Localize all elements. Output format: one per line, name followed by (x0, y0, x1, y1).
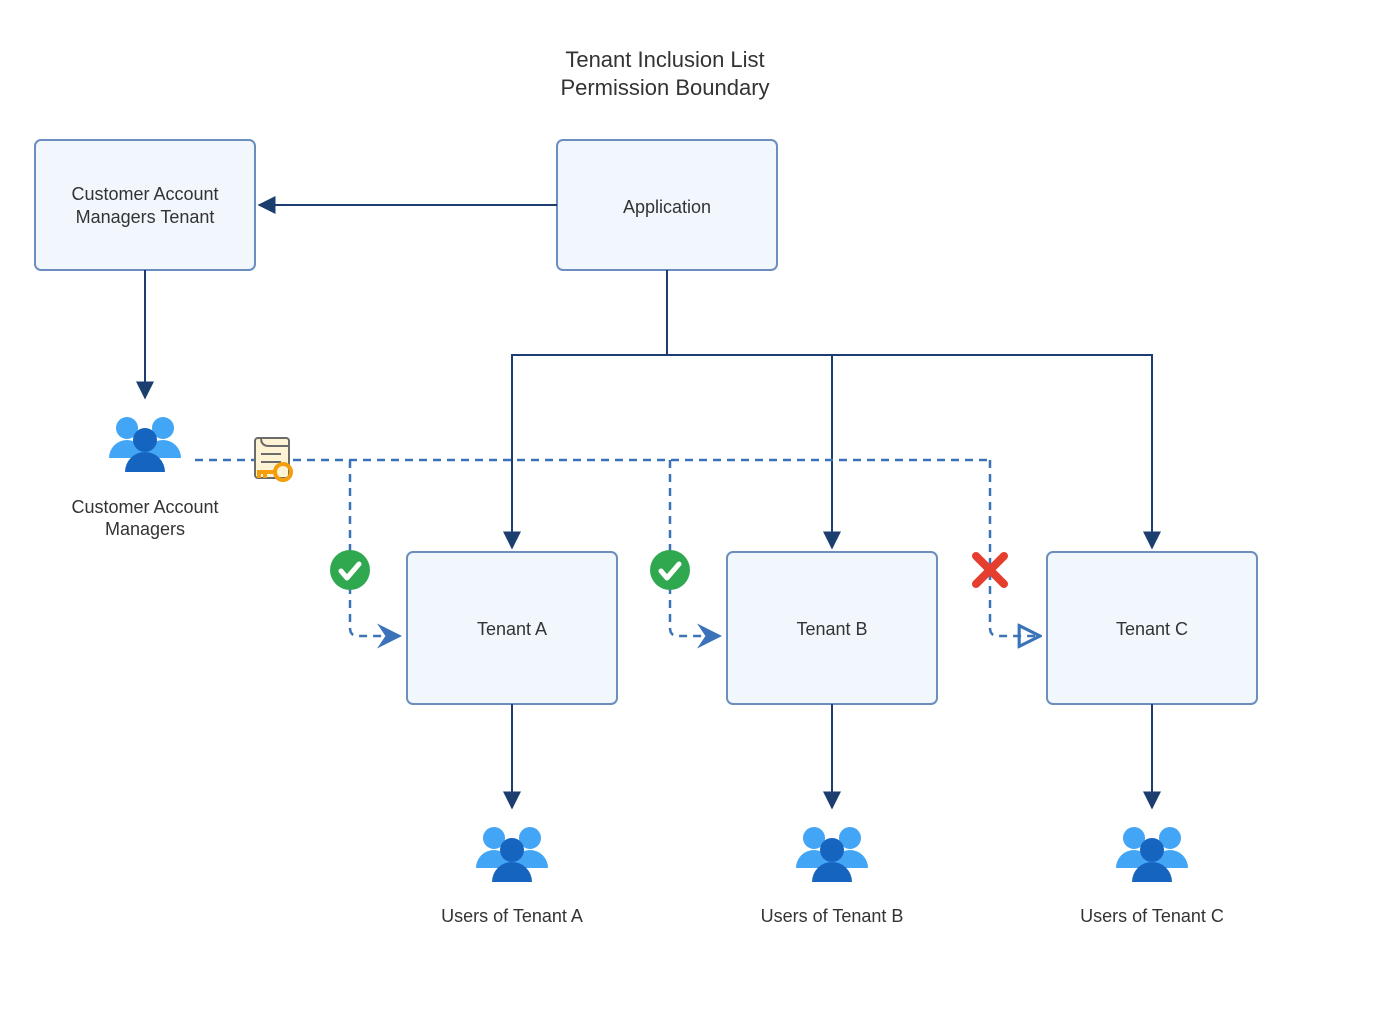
people-icon (109, 417, 181, 472)
node-tenant-c: Tenant C (1047, 552, 1257, 704)
cam-users-label-1: Customer Account (71, 497, 218, 517)
key-document-icon (255, 438, 291, 480)
node-cam-tenant-label-1: Customer Account (71, 184, 218, 204)
edge-permission-to-tenant-b (670, 460, 720, 636)
people-icon (476, 827, 548, 882)
diagram-title-line2: Permission Boundary (560, 75, 769, 100)
check-icon (650, 550, 690, 590)
node-cam-tenant-label-2: Managers Tenant (76, 207, 215, 227)
edge-app-to-tenant-b (667, 270, 832, 548)
node-tenant-c-label: Tenant C (1116, 619, 1188, 639)
people-icon (796, 827, 868, 882)
node-tenant-a: Tenant A (407, 552, 617, 704)
people-icon (1116, 827, 1188, 882)
edge-permission-to-tenant-a (350, 460, 400, 636)
diagram-title-line1: Tenant Inclusion List (565, 47, 764, 72)
edge-app-to-tenant-a (512, 270, 667, 548)
node-application-label: Application (623, 197, 711, 217)
node-tenant-b-label: Tenant B (796, 619, 867, 639)
users-b-label: Users of Tenant B (761, 906, 904, 926)
cam-users-label-2: Managers (105, 519, 185, 539)
edge-app-to-tenant-c (667, 270, 1152, 548)
users-a-label: Users of Tenant A (441, 906, 583, 926)
node-tenant-b: Tenant B (727, 552, 937, 704)
node-cam-tenant: Customer Account Managers Tenant (35, 140, 255, 270)
node-application: Application (557, 140, 777, 270)
check-icon (330, 550, 370, 590)
node-tenant-a-label: Tenant A (477, 619, 547, 639)
diagram-canvas: Tenant Inclusion List Permission Boundar… (0, 0, 1384, 1019)
edge-permission-to-tenant-c (990, 460, 1040, 636)
users-c-label: Users of Tenant C (1080, 906, 1224, 926)
